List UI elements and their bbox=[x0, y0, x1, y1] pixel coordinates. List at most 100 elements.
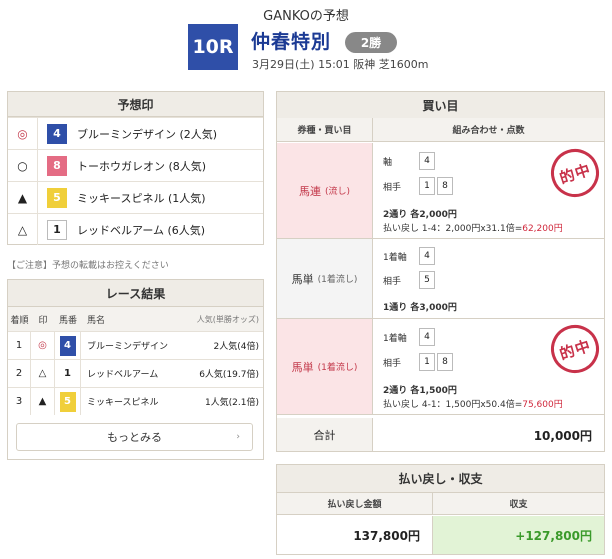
race-number: 10R bbox=[188, 24, 238, 70]
popularity: 2人気(4倍) bbox=[213, 342, 259, 352]
total-value: 10,000円 bbox=[533, 429, 592, 443]
payout-line: 払い戻し 4-1：1,500円x50.4倍=75,600円 bbox=[383, 397, 563, 410]
prediction-row: ○ 8 トーホウガレオン (8人気) bbox=[8, 149, 263, 181]
axis-label: 1着軸 bbox=[383, 253, 407, 263]
bet-type: 馬単 (1着流し) bbox=[277, 319, 373, 415]
prediction-title: 予想印 bbox=[8, 92, 263, 117]
page-title: GANKOの予想 bbox=[263, 9, 349, 24]
partner-label: 相手 bbox=[383, 277, 402, 287]
total-label: 合計 bbox=[277, 418, 373, 451]
mark-symbol: ▲ bbox=[8, 182, 38, 213]
horse-number: 5 bbox=[47, 187, 67, 208]
mark-symbol: ○ bbox=[8, 150, 38, 181]
partner-label: 相手 bbox=[383, 183, 402, 193]
bet-type-label: 馬単 bbox=[291, 272, 314, 286]
prediction-row: ◎ 4 ブルーミンデザイン (2人気) bbox=[8, 117, 263, 149]
horse-number: 1 bbox=[47, 219, 67, 240]
bet-type-sub: (1着流し) bbox=[317, 275, 358, 285]
axis-number: 4 bbox=[419, 328, 435, 346]
horse-name[interactable]: レッドベルアーム bbox=[81, 367, 181, 380]
mark-symbol: △ bbox=[8, 214, 38, 245]
mark-symbol: ◎ bbox=[8, 118, 38, 149]
prediction-row: △ 1 レッドベルアーム (6人気) bbox=[8, 213, 263, 245]
race-info: 3月29日(土) 15:01 阪神 芝1600m bbox=[252, 58, 429, 71]
axis-label: 1着軸 bbox=[383, 334, 407, 344]
rank: 3 bbox=[8, 388, 31, 415]
more-button[interactable]: もっとみる › bbox=[16, 423, 253, 451]
mark: ◎ bbox=[31, 332, 55, 359]
bets-panel: 買い目 馬連 (流し) 軸 4 相手 1 8 2通り 各2,000円 払い戻し … bbox=[276, 91, 605, 452]
horse-name[interactable]: ミッキースピネル bbox=[81, 395, 181, 408]
race-name: 仲春特別 bbox=[251, 31, 332, 53]
horse-number: 5 bbox=[59, 391, 76, 412]
prediction-row: ▲ 5 ミッキースピネル (1人気) bbox=[8, 181, 263, 213]
bet-type-label: 馬連 bbox=[298, 184, 321, 198]
bets-title: 買い目 bbox=[277, 92, 604, 119]
mark: △ bbox=[31, 360, 55, 387]
col-num: 馬番 bbox=[58, 315, 77, 326]
bet-type-sub: (1着流し) bbox=[317, 363, 358, 373]
horse-number: 4 bbox=[47, 123, 67, 144]
payout-value: 62,200円 bbox=[522, 224, 563, 234]
rank: 1 bbox=[8, 332, 31, 359]
horse-name[interactable]: ブルーミンデザイン bbox=[81, 339, 181, 352]
total-row: 合計 10,000円 bbox=[277, 418, 604, 451]
horse-name[interactable]: トーホウガレオン (8人気) bbox=[77, 158, 206, 174]
payout-prefix: 払い戻し 4-1：1,500円x50.4倍= bbox=[383, 400, 523, 410]
horse-name[interactable]: レッドベルアーム (6人気) bbox=[77, 222, 205, 238]
num-cell: 5 bbox=[55, 388, 81, 415]
bet-summary: 2通り 各2,000円 bbox=[383, 210, 457, 220]
payout-title: 払い戻し・収支 bbox=[277, 465, 604, 493]
payout-line: 払い戻し 1-4：2,000円x31.1倍=62,200円 bbox=[383, 221, 563, 234]
axis-number: 4 bbox=[419, 152, 435, 170]
partner-number: 5 bbox=[419, 271, 435, 289]
col-payout-amount: 払い戻し金額 bbox=[277, 493, 433, 515]
col-name: 馬名 bbox=[87, 315, 106, 326]
race-class-badge: 2勝 bbox=[345, 32, 397, 53]
bet-type: 馬単 (1着流し) bbox=[277, 239, 373, 319]
col-bet-type: 券種・買い目 bbox=[277, 118, 373, 142]
num-cell: 1 bbox=[55, 360, 81, 387]
race-result-title: レース結果 bbox=[8, 280, 263, 307]
col-combination: 組み合わせ・点数 bbox=[373, 118, 604, 142]
horse-name[interactable]: ミッキースピネル (1人気) bbox=[77, 190, 206, 206]
table-row: 3 ▲ 5 ミッキースピネル 1人気(2.1倍) bbox=[8, 387, 263, 415]
repost-notice: 【ご注意】予想の転載はお控えください bbox=[7, 261, 169, 271]
bet-combination: 1着軸 4 相手 5 1通り 各3,000円 bbox=[373, 239, 604, 319]
mark: ▲ bbox=[31, 388, 55, 415]
col-mark: 印 bbox=[38, 315, 48, 326]
payout-prefix: 払い戻し 1-4：2,000円x31.1倍= bbox=[383, 224, 523, 234]
num-cell: 4 bbox=[55, 332, 81, 359]
result-table-header: 着順 印 馬番 馬名 人気(単勝オッズ) bbox=[8, 307, 263, 331]
table-row: 2 △ 1 レッドベルアーム 6人気(19.7倍) bbox=[8, 359, 263, 387]
rank: 2 bbox=[8, 360, 31, 387]
popularity: 1人気(2.1倍) bbox=[204, 398, 259, 408]
bet-type-sub: (流し) bbox=[324, 187, 351, 197]
chevron-right-icon: › bbox=[236, 432, 240, 442]
bet-summary: 2通り 各1,500円 bbox=[383, 386, 457, 396]
axis-number: 4 bbox=[419, 247, 435, 265]
balance-amount: +127,800円 bbox=[433, 516, 604, 554]
horse-number: 1 bbox=[59, 363, 76, 384]
table-row: 1 ◎ 4 ブルーミンデザイン 2人気(4倍) bbox=[8, 331, 263, 359]
hit-stamp-icon: 的中 bbox=[544, 318, 604, 380]
col-popularity: 人気(単勝オッズ) bbox=[196, 314, 259, 324]
result-table: 1 ◎ 4 ブルーミンデザイン 2人気(4倍) 2 △ 1 レッドベルアーム 6… bbox=[8, 331, 263, 415]
bet-type: 馬連 (流し) bbox=[277, 143, 373, 239]
bet-combination: 軸 4 相手 1 8 2通り 各2,000円 払い戻し 1-4：2,000円x3… bbox=[373, 142, 604, 239]
partner-number: 8 bbox=[437, 353, 453, 371]
col-balance: 収支 bbox=[433, 493, 604, 515]
payout-value: 75,600円 bbox=[522, 400, 563, 410]
bet-summary: 1通り 各3,000円 bbox=[383, 303, 457, 313]
bet-type-label: 馬単 bbox=[291, 360, 314, 374]
bet-combination: 1着軸 4 相手 1 8 2通り 各1,500円 払い戻し 4-1：1,500円… bbox=[373, 318, 604, 415]
partner-number: 1 bbox=[419, 177, 435, 195]
horse-number: 8 bbox=[47, 155, 67, 176]
partner-number: 8 bbox=[437, 177, 453, 195]
payout-amount: 137,800円 bbox=[277, 516, 433, 554]
col-rank: 着順 bbox=[10, 315, 29, 326]
horse-name[interactable]: ブルーミンデザイン (2人気) bbox=[77, 126, 217, 142]
partner-label: 相手 bbox=[383, 359, 402, 369]
more-button-label: もっとみる bbox=[107, 431, 162, 444]
hit-stamp-icon: 的中 bbox=[544, 142, 604, 204]
